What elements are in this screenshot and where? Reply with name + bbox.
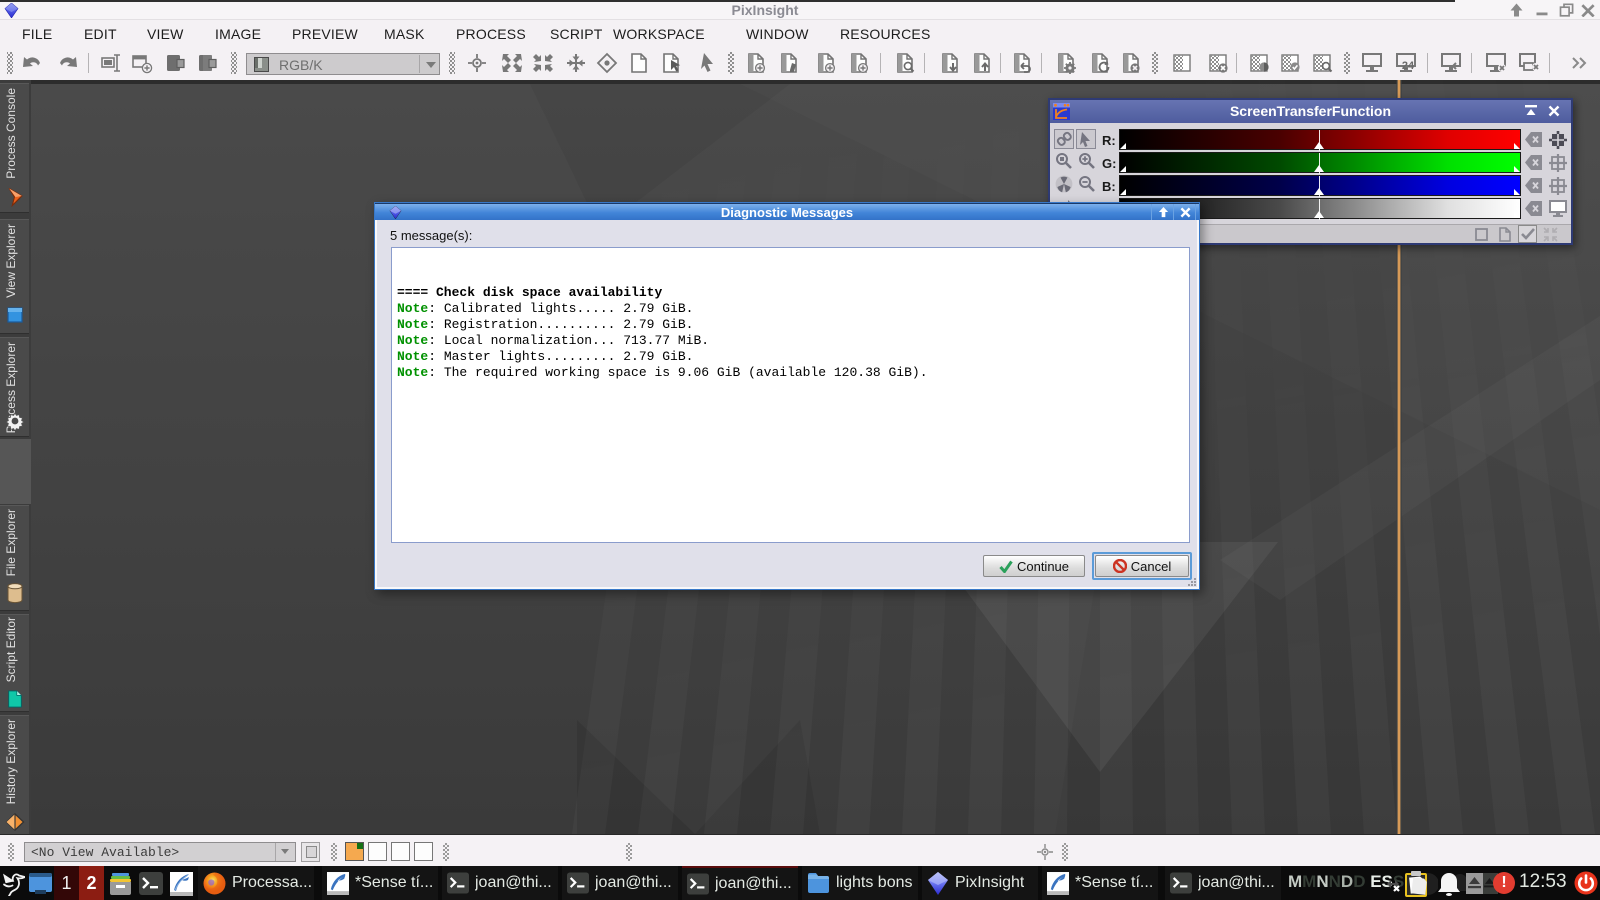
svg-text:24: 24 [1402, 60, 1415, 72]
